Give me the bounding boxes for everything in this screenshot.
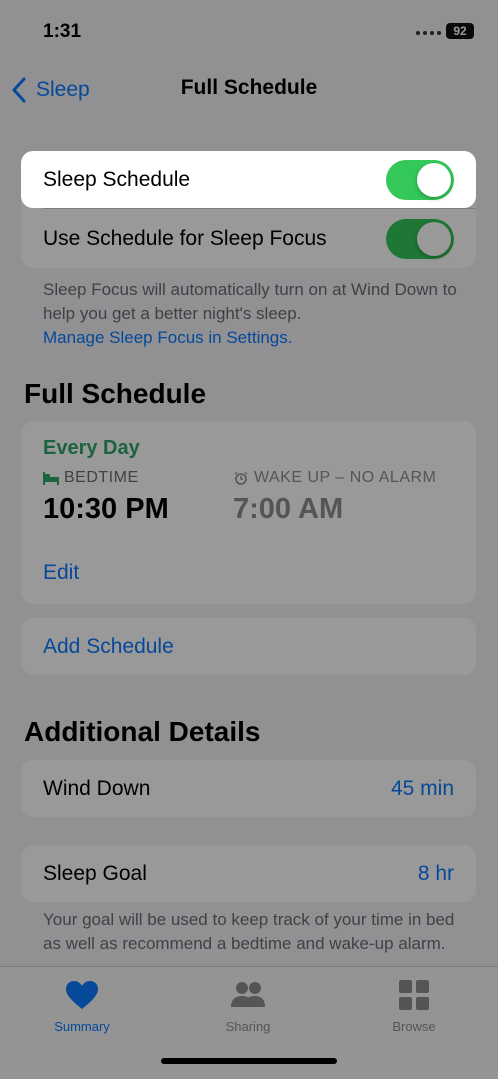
add-schedule-card[interactable]: Add Schedule <box>21 618 476 675</box>
use-schedule-label: Use Schedule for Sleep Focus <box>43 226 327 250</box>
heart-icon <box>66 981 98 1009</box>
status-time: 1:31 <box>43 21 82 42</box>
alarm-icon <box>234 471 248 485</box>
sleep-schedule-highlight-label: Sleep Schedule <box>43 167 191 191</box>
schedule-days: Every Day <box>43 437 140 459</box>
wind-down-card[interactable]: Wind Down 45 min <box>21 760 476 817</box>
page-title: Full Schedule <box>180 76 318 99</box>
add-schedule-row[interactable]: Add Schedule <box>21 618 476 675</box>
home-indicator <box>161 1058 337 1064</box>
use-schedule-toggle[interactable] <box>386 218 454 259</box>
wake-label-text: WAKE UP – NO ALARM <box>254 469 437 486</box>
sleep-schedule-highlight[interactable]: Sleep Schedule <box>21 151 476 208</box>
sleep-goal-value: 8 hr <box>417 861 454 885</box>
wake-value: 7:00 AM <box>233 493 344 525</box>
bed-icon <box>43 471 59 485</box>
bedtime-block: BEDTIME 10:30 PM <box>43 469 169 526</box>
sleep-schedule-highlight-toggle[interactable] <box>386 159 454 200</box>
additional-details-header: Additional Details <box>24 716 261 747</box>
sleep-goal-card[interactable]: Sleep Goal 8 hr <box>21 845 476 902</box>
tab-summary[interactable]: Summary <box>22 979 142 1034</box>
full-schedule-header: Full Schedule <box>24 378 207 409</box>
tab-sharing-label: Sharing <box>225 1019 271 1034</box>
wake-block: WAKE UP – NO ALARM 7:00 AM <box>233 469 436 526</box>
tab-summary-label: Summary <box>54 1019 110 1034</box>
tab-browse-label: Browse <box>392 1019 436 1034</box>
signal-icon <box>416 31 441 35</box>
add-schedule-button[interactable]: Add Schedule <box>43 635 454 659</box>
sleep-goal-row[interactable]: Sleep Goal 8 hr <box>21 845 476 902</box>
wake-label: WAKE UP – NO ALARM <box>233 469 436 487</box>
wind-down-value: 45 min <box>390 776 454 800</box>
wind-down-label: Wind Down <box>43 776 151 800</box>
bedtime-label: BEDTIME <box>43 469 169 487</box>
sleep-goal-label: Sleep Goal <box>43 861 147 885</box>
wind-down-row[interactable]: Wind Down 45 min <box>21 760 476 817</box>
battery-icon: 92 <box>446 23 474 39</box>
bedtime-value: 10:30 PM <box>43 493 169 525</box>
schedule-card[interactable]: Every Day BEDTIME 10:30 PM WAKE UP – NO … <box>21 421 476 604</box>
tab-browse[interactable]: Browse <box>354 979 474 1034</box>
people-icon <box>231 982 265 1007</box>
manage-sleep-focus-link[interactable]: Manage Sleep Focus in Settings. <box>43 326 463 350</box>
edit-schedule-button[interactable]: Edit <box>43 561 79 585</box>
goal-footnote: Your goal will be used to keep track of … <box>43 910 455 953</box>
use-schedule-row: Use Schedule for Sleep Focus <box>21 209 476 268</box>
focus-footnote-text: Sleep Focus will automatically turn on a… <box>43 280 457 323</box>
grid-icon <box>399 980 429 1010</box>
tab-sharing[interactable]: Sharing <box>188 979 308 1034</box>
focus-footnote: Sleep Focus will automatically turn on a… <box>43 278 463 350</box>
bedtime-label-text: BEDTIME <box>64 469 139 486</box>
